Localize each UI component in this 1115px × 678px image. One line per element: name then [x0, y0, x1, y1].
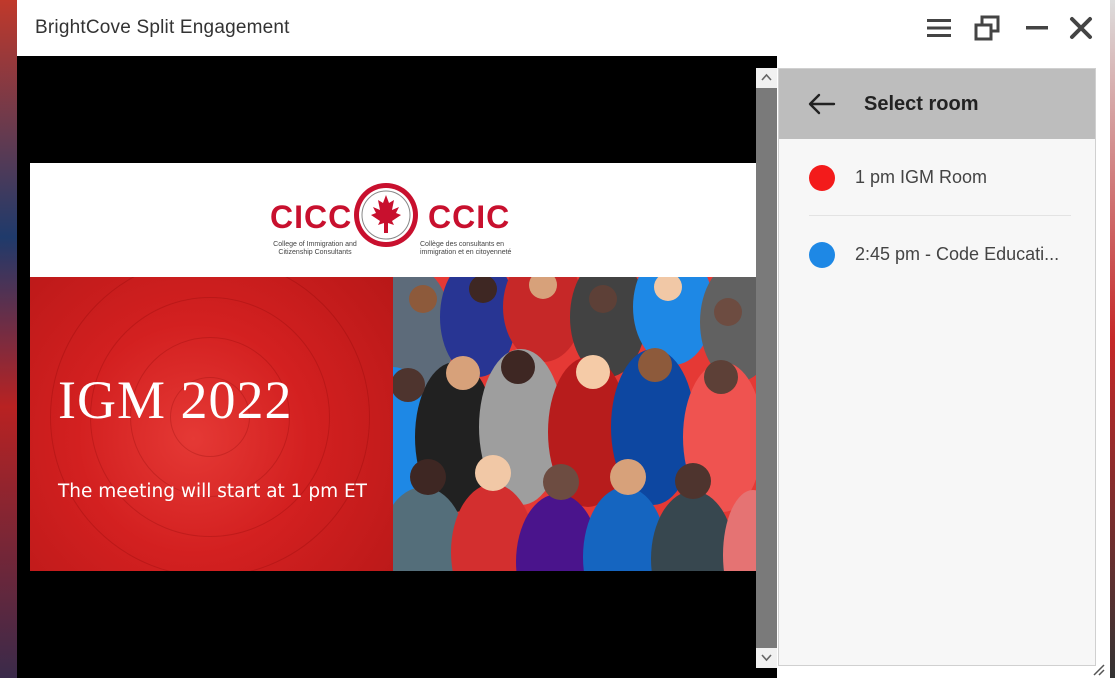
minimize-icon[interactable] [1023, 14, 1051, 42]
resize-grip-icon[interactable] [1091, 662, 1105, 676]
room-item-igm[interactable]: 1 pm IGM Room [779, 139, 1095, 215]
panel-title: Select room [864, 93, 979, 115]
menu-icon[interactable] [925, 14, 953, 42]
window-title: BrightCove Split Engagement [35, 17, 290, 38]
scrollbar-thumb[interactable] [756, 88, 777, 648]
room-selector-panel: Select room 1 pm IGM Room 2:45 pm - Code… [778, 68, 1096, 666]
room-label: 1 pm IGM Room [855, 167, 988, 187]
logo-name-en: College of Immigration and Citizenship C… [273, 241, 357, 256]
cicc-logo: CICC CCIC College of Immigration and Cit… [258, 175, 528, 265]
slide-title: IGM 2022 [58, 370, 293, 430]
restore-icon[interactable] [973, 14, 1001, 42]
video-player[interactable]: CICC CCIC College of Immigration and Cit… [17, 56, 777, 678]
logo-acronym-fr: CCIC [428, 199, 511, 235]
crowd-illustration [393, 277, 756, 571]
logo-acronym-en: CICC [270, 199, 353, 235]
app-window: BrightCove Split Engagement CICC CCIC Co… [17, 0, 1110, 678]
room-status-dot [809, 242, 835, 268]
room-item-code-education[interactable]: 2:45 pm - Code Educati... [779, 216, 1095, 292]
panel-header: Select room [779, 69, 1095, 139]
slide-header: CICC CCIC College of Immigration and Cit… [30, 163, 756, 277]
scroll-up-icon[interactable] [761, 72, 772, 83]
arrow-left-icon[interactable] [807, 91, 837, 117]
title-bar: BrightCove Split Engagement [17, 0, 1110, 56]
slide-title-panel: IGM 2022 The meeting will start at 1 pm … [30, 277, 393, 571]
logo-name-fr: Collège des consultants en immigration e… [420, 241, 512, 256]
slide-scrollbar[interactable] [756, 68, 777, 668]
desktop-background-left [0, 0, 18, 678]
close-icon[interactable] [1067, 14, 1095, 42]
scroll-down-icon[interactable] [761, 652, 772, 663]
room-status-dot [809, 165, 835, 191]
maple-leaf-seal-icon [354, 183, 418, 247]
room-label: 2:45 pm - Code Educati... [855, 244, 1060, 264]
presentation-slide: CICC CCIC College of Immigration and Cit… [30, 163, 756, 571]
slide-subtitle: The meeting will start at 1 pm ET [58, 481, 367, 502]
